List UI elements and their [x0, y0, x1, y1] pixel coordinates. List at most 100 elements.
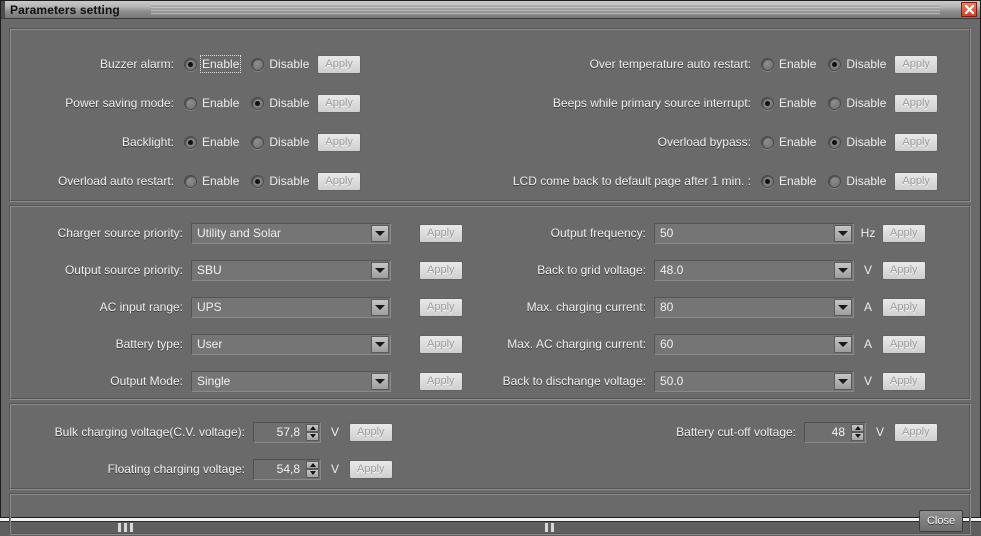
radio-label[interactable]: Disable	[269, 96, 309, 110]
radio-button[interactable]	[184, 58, 197, 71]
dropdown-select[interactable]: Utility and Solar	[191, 223, 391, 244]
radio-label[interactable]: Disable	[269, 174, 309, 188]
radio-button[interactable]	[761, 97, 774, 110]
select-row: Battery type: User Apply	[25, 333, 463, 355]
apply-button[interactable]: Apply	[317, 133, 361, 152]
dropdown-select[interactable]: 50	[654, 223, 854, 244]
number-stepper[interactable]: 48	[804, 422, 866, 443]
apply-button[interactable]: Apply	[317, 55, 361, 74]
unit-label: V	[860, 263, 876, 277]
chevron-down-icon[interactable]	[371, 225, 389, 242]
radio-button[interactable]	[184, 97, 197, 110]
apply-button[interactable]: Apply	[317, 94, 361, 113]
chevron-down-icon[interactable]	[371, 299, 389, 316]
toggle-row: Power saving mode:EnableDisableApply	[19, 92, 361, 114]
dropdown-select[interactable]: SBU	[191, 260, 391, 281]
apply-button[interactable]: Apply	[419, 372, 463, 391]
up-arrow-glyph	[855, 426, 861, 430]
number-stepper[interactable]: 57,8	[253, 422, 321, 443]
apply-button[interactable]: Apply	[419, 335, 463, 354]
radio-label[interactable]: Disable	[269, 135, 309, 149]
radio-label[interactable]: Enable	[779, 174, 816, 188]
apply-button[interactable]: Apply	[419, 224, 463, 243]
apply-button[interactable]: Apply	[894, 423, 938, 442]
radio-label[interactable]: Disable	[846, 57, 886, 71]
field-label: Battery type:	[25, 337, 183, 351]
chevron-down-icon[interactable]	[834, 225, 852, 242]
toggle-row: Beeps while primary source interrupt: Ena…	[461, 92, 938, 114]
radio-label[interactable]: Enable	[202, 135, 239, 149]
apply-button[interactable]: Apply	[419, 298, 463, 317]
radio-label[interactable]: Enable	[779, 96, 816, 110]
radio-button[interactable]	[828, 175, 841, 188]
radio-button[interactable]	[251, 136, 264, 149]
chevron-down-icon[interactable]	[834, 373, 852, 390]
dropdown-select[interactable]: 60	[654, 334, 854, 355]
radio-button[interactable]	[828, 58, 841, 71]
stepper-up-icon[interactable]	[851, 424, 864, 433]
close-x-icon[interactable]	[961, 2, 977, 17]
radio-label[interactable]: Disable	[846, 174, 886, 188]
apply-button[interactable]: Apply	[419, 261, 463, 280]
apply-button[interactable]: Apply	[882, 224, 926, 243]
radio-button[interactable]	[251, 97, 264, 110]
close-button[interactable]: Close	[919, 510, 963, 532]
field-label: Buzzer alarm:	[19, 57, 174, 71]
apply-button[interactable]: Apply	[894, 133, 938, 152]
down-arrow-glyph	[855, 434, 861, 438]
stepper-down-icon[interactable]	[306, 469, 319, 478]
radio-button[interactable]	[761, 58, 774, 71]
radio-label[interactable]: Enable	[779, 57, 816, 71]
stepper-up-icon[interactable]	[306, 461, 319, 470]
radio-label[interactable]: Enable	[202, 57, 239, 71]
stepper-up-icon[interactable]	[306, 424, 319, 433]
chevron-down-icon[interactable]	[371, 336, 389, 353]
radio-label[interactable]: Disable	[846, 135, 886, 149]
dialog-titlebar[interactable]: Parameters setting	[1, 1, 980, 19]
dropdown-select[interactable]: 48.0	[654, 260, 854, 281]
radio-label[interactable]: Enable	[202, 96, 239, 110]
dropdown-select[interactable]: UPS	[191, 297, 391, 318]
dropdown-select[interactable]: 50.0	[654, 371, 854, 392]
radio-button[interactable]	[251, 175, 264, 188]
radio-button[interactable]	[184, 136, 197, 149]
unit-label: V	[860, 374, 876, 388]
stepper-down-icon[interactable]	[851, 432, 864, 441]
apply-button[interactable]: Apply	[894, 94, 938, 113]
dropdown-select[interactable]: Single	[191, 371, 391, 392]
dropdown-select[interactable]: 80	[654, 297, 854, 318]
apply-button[interactable]: Apply	[349, 460, 393, 479]
radio-label[interactable]: Enable	[779, 135, 816, 149]
chevron-down-icon[interactable]	[834, 262, 852, 279]
radio-button[interactable]	[761, 175, 774, 188]
radio-button[interactable]	[828, 136, 841, 149]
field-label: Over temperature auto restart:	[461, 57, 751, 71]
chevron-down-icon[interactable]	[371, 262, 389, 279]
apply-button[interactable]: Apply	[882, 372, 926, 391]
apply-button[interactable]: Apply	[317, 172, 361, 191]
radio-label[interactable]: Enable	[202, 174, 239, 188]
apply-button[interactable]: Apply	[894, 172, 938, 191]
chevron-down-icon[interactable]	[834, 299, 852, 316]
chevron-down-icon[interactable]	[834, 336, 852, 353]
chevron-down-icon[interactable]	[371, 373, 389, 390]
radio-button[interactable]	[184, 175, 197, 188]
number-stepper[interactable]: 54,8	[253, 459, 321, 480]
unit-label: A	[860, 300, 876, 314]
field-label: Back to dischange voltage:	[491, 374, 646, 388]
apply-button[interactable]: Apply	[894, 55, 938, 74]
toggle-row: Backlight:EnableDisableApply	[19, 131, 361, 153]
radio-label[interactable]: Disable	[269, 57, 309, 71]
radio-label[interactable]: Disable	[846, 96, 886, 110]
dropdown-select[interactable]: User	[191, 334, 391, 355]
apply-button[interactable]: Apply	[882, 335, 926, 354]
stepper-down-icon[interactable]	[306, 432, 319, 441]
apply-button[interactable]: Apply	[349, 423, 393, 442]
apply-button[interactable]: Apply	[882, 298, 926, 317]
apply-button[interactable]: Apply	[882, 261, 926, 280]
radio-button[interactable]	[761, 136, 774, 149]
caret-glyph	[375, 231, 385, 236]
radio-button[interactable]	[828, 97, 841, 110]
radio-button[interactable]	[251, 58, 264, 71]
field-label: Beeps while primary source interrupt:	[461, 96, 751, 110]
